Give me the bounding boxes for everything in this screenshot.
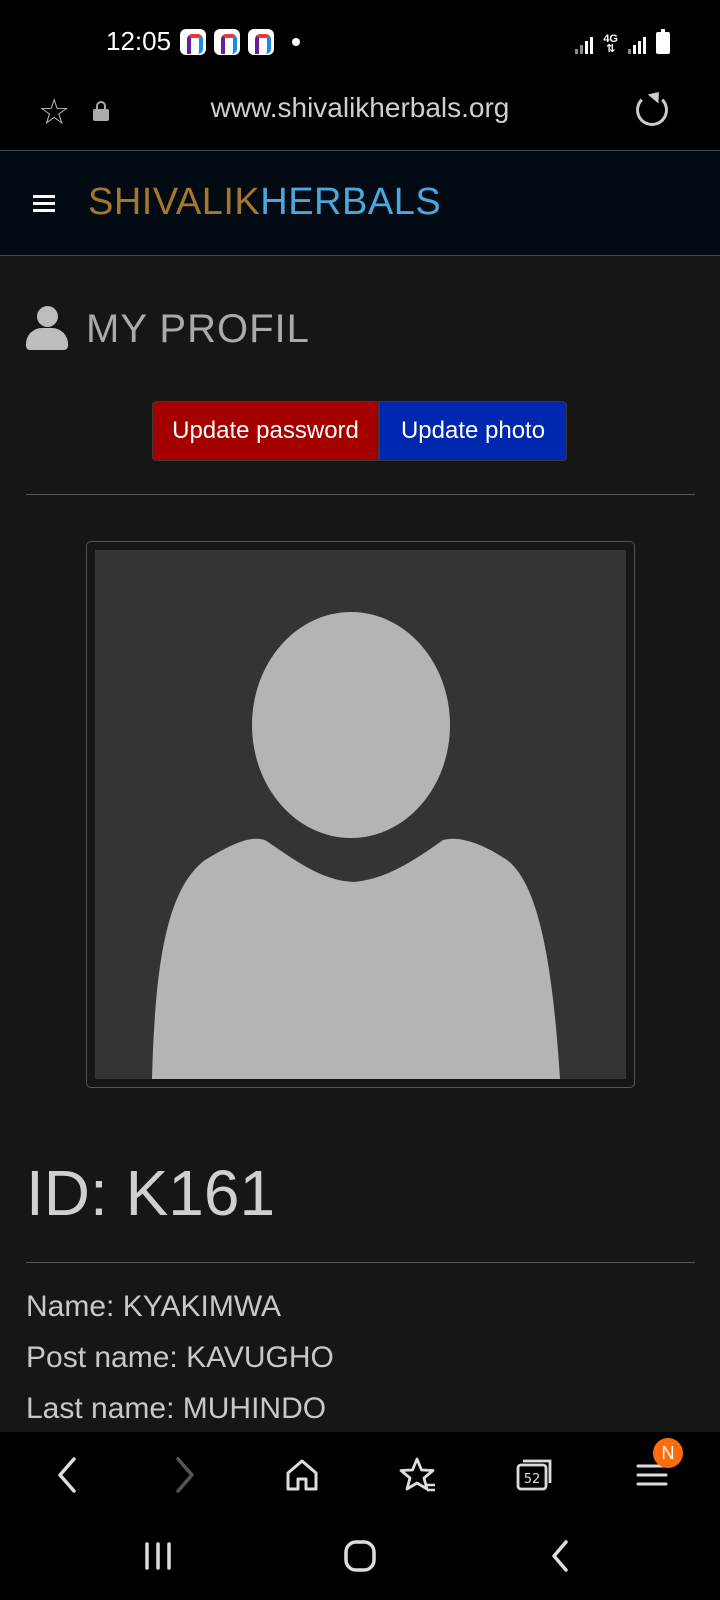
user-icon	[26, 306, 68, 352]
profile-actions: Update password Update photo	[152, 401, 567, 461]
name-field: Name: KYAKIMWA	[26, 1290, 282, 1323]
tab-count: 52	[524, 1472, 541, 1487]
reload-icon[interactable]	[636, 94, 668, 126]
divider	[26, 494, 695, 495]
browser-menu-icon[interactable]: N	[627, 1438, 683, 1500]
profile-photo-frame	[86, 541, 635, 1088]
menu-notification-badge: N	[653, 1438, 683, 1468]
system-home-icon[interactable]	[335, 1531, 385, 1581]
update-photo-button[interactable]: Update photo	[379, 401, 567, 461]
notification-icons	[180, 29, 300, 55]
home-icon[interactable]	[277, 1450, 327, 1500]
more-notifications-dot-icon	[292, 38, 300, 46]
brand-logo[interactable]: SHIVALIKHERBALS	[88, 181, 441, 224]
url-text[interactable]: www.shivalikherbals.org	[0, 92, 720, 124]
profile-header: MY PROFIL	[26, 294, 310, 364]
notification-app-icon	[248, 29, 274, 55]
bookmarks-icon[interactable]	[393, 1450, 443, 1500]
battery-icon	[656, 29, 670, 54]
update-password-button[interactable]: Update password	[152, 401, 379, 461]
avatar-placeholder	[95, 550, 626, 1079]
browser-toolbar: 52 N	[0, 1432, 720, 1517]
system-navigation-bar	[0, 1517, 720, 1600]
site-navbar: SHIVALIKHERBALS	[0, 150, 720, 256]
status-bar: 12:05 4G ⇅	[0, 0, 720, 80]
data-arrows-icon: ⇅	[606, 43, 616, 55]
system-indicators: 4G ⇅	[575, 29, 670, 55]
brand-part-shivalik: SHIVALIK	[88, 181, 261, 223]
notification-app-icon	[214, 29, 240, 55]
tabs-icon[interactable]: 52	[508, 1450, 558, 1500]
recent-apps-icon[interactable]	[133, 1531, 183, 1581]
divider	[26, 1262, 695, 1263]
page-title: MY PROFIL	[86, 306, 310, 351]
profile-page: MY PROFIL Update password Update photo I…	[0, 256, 720, 1432]
signal-sim1-icon	[575, 34, 594, 54]
last-name-field: Last name: MUHINDO	[26, 1392, 327, 1425]
back-icon[interactable]	[42, 1450, 92, 1500]
system-back-icon[interactable]	[536, 1531, 586, 1581]
member-id: ID: K161	[26, 1157, 276, 1229]
status-time: 12:05	[106, 26, 172, 56]
signal-sim2-icon	[628, 34, 646, 54]
browser-url-bar: ☆ www.shivalikherbals.org	[0, 80, 720, 150]
brand-part-herbals: HERBALS	[260, 181, 442, 223]
avatar-silhouette-icon	[152, 612, 560, 1079]
notification-app-icon	[180, 29, 206, 55]
post-name-field: Post name: KAVUGHO	[26, 1341, 334, 1374]
forward-icon[interactable]	[160, 1450, 210, 1500]
hamburger-menu-icon[interactable]	[33, 195, 55, 213]
